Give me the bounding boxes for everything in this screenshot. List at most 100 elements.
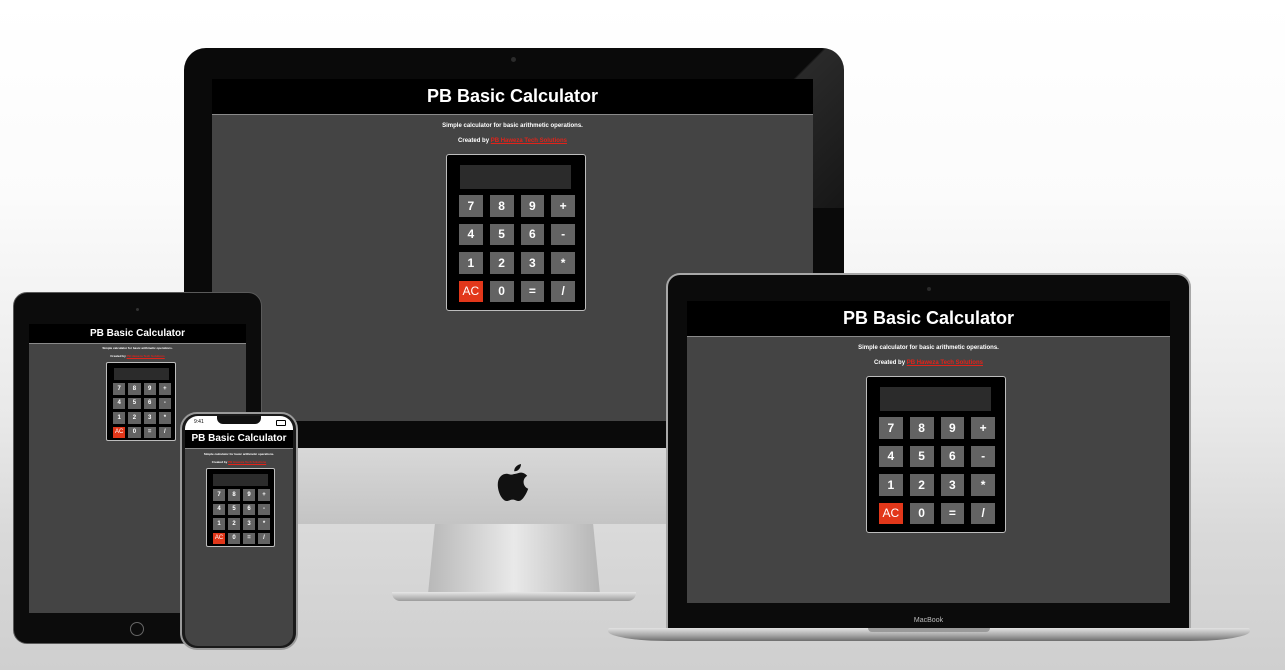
key-3-button[interactable]: 3 [143, 412, 156, 424]
key-8-button[interactable]: 8 [228, 489, 240, 501]
credit-link[interactable]: PB Haweza Tech Solutions [491, 138, 567, 144]
key-7-button[interactable]: 7 [113, 383, 126, 395]
key-clear-button[interactable]: AC [459, 280, 483, 302]
macbook-screen: PB Basic Calculator Simple calculator fo… [687, 301, 1170, 603]
key-8-button[interactable]: 8 [909, 417, 934, 439]
calculator-panel: 7 8 9 +4 5 6- 1 2 3 * AC 0 = / [446, 154, 586, 311]
credit-prefix: Created by [874, 360, 906, 366]
key-equals-button[interactable]: = [940, 502, 965, 524]
key-minus-button[interactable]: - [551, 223, 575, 245]
key-0-button[interactable]: 0 [909, 502, 934, 524]
key-0-button[interactable]: 0 [489, 280, 514, 302]
key-plus-button[interactable]: + [258, 489, 270, 501]
macbook-camera [927, 287, 931, 291]
key-7-button[interactable]: 7 [459, 195, 483, 217]
subtitle-text: Simple calculator for basic arithmetic o… [203, 452, 275, 456]
key-6-button[interactable]: 6 [243, 503, 255, 515]
key-divide-button[interactable]: / [551, 280, 575, 302]
macbook-label: MacBook [913, 617, 944, 624]
key-minus-button[interactable]: - [258, 503, 270, 515]
key-9-button[interactable]: 9 [520, 195, 545, 217]
iphone-screen: 9:41 PB Basic Calculator Simple calculat… [185, 416, 293, 646]
key-4-button[interactable]: 4 [879, 445, 903, 467]
key-equals-button[interactable]: = [520, 280, 545, 302]
key-9-button[interactable]: 9 [243, 489, 255, 501]
credit-line: Created by PB Haweza Tech Solutions [29, 354, 246, 358]
key-plus-button[interactable]: + [158, 383, 171, 395]
ipad-home-button [130, 622, 144, 636]
key-1-button[interactable]: 1 [213, 518, 225, 530]
key-1-button[interactable]: 1 [459, 252, 483, 274]
battery-icon [276, 420, 286, 426]
key-plus-button[interactable]: + [551, 195, 575, 217]
key-6-button[interactable]: 6 [143, 397, 156, 409]
calculator-display [880, 387, 991, 411]
credit-prefix: Created by [211, 460, 228, 464]
key-multiply-button[interactable]: * [158, 412, 171, 424]
credit-link[interactable]: PB Haweza Tech Solutions [228, 460, 266, 464]
key-5-button[interactable]: 5 [128, 397, 141, 409]
credit-line: Created by PB Haweza Tech Solutions [185, 460, 293, 464]
key-7-button[interactable]: 7 [879, 417, 903, 439]
key-4-button[interactable]: 4 [459, 223, 483, 245]
key-clear-button[interactable]: AC [879, 502, 903, 524]
key-3-button[interactable]: 3 [243, 518, 255, 530]
iphone-status-bar: 9:41 [185, 416, 293, 430]
key-divide-button[interactable]: / [971, 502, 995, 524]
keypad: 7 8 9 +4 5 6- 1 2 3 * AC 0 = / [879, 417, 995, 524]
key-clear-button[interactable]: AC [213, 532, 225, 544]
macbook-base [608, 628, 1250, 641]
keypad: 7 8 9 +4 5 6- 1 2 3 * AC 0 = / [213, 489, 270, 544]
key-4-button[interactable]: 4 [213, 503, 225, 515]
page-title: PB Basic Calculator [687, 301, 1170, 337]
key-7-button[interactable]: 7 [213, 489, 225, 501]
subtitle-text: Simple calculator for basic arithmetic o… [442, 123, 583, 129]
key-9-button[interactable]: 9 [143, 383, 156, 395]
status-time: 9:41 [194, 419, 204, 425]
subtitle-text: Simple calculator for basic arithmetic o… [858, 345, 999, 351]
calculator-panel: 7 8 9 +4 5 6- 1 2 3 * AC 0 = / [206, 468, 275, 547]
credit-link[interactable]: PB Haweza Tech Solutions [907, 360, 983, 366]
key-2-button[interactable]: 2 [489, 252, 514, 274]
key-plus-button[interactable]: + [971, 417, 995, 439]
key-3-button[interactable]: 3 [940, 474, 965, 496]
key-2-button[interactable]: 2 [909, 474, 934, 496]
key-5-button[interactable]: 5 [909, 445, 934, 467]
key-multiply-button[interactable]: * [971, 474, 995, 496]
key-1-button[interactable]: 1 [879, 474, 903, 496]
page-title: PB Basic Calculator [29, 324, 246, 344]
apple-logo-icon [497, 464, 531, 504]
key-2-button[interactable]: 2 [228, 518, 240, 530]
key-4-button[interactable]: 4 [113, 397, 126, 409]
keypad: 7 8 9 +4 5 6- 1 2 3 * AC 0 = / [113, 383, 171, 438]
iphone-notch [217, 416, 261, 424]
key-5-button[interactable]: 5 [489, 223, 514, 245]
key-equals-button[interactable]: = [243, 532, 255, 544]
key-divide-button[interactable]: / [258, 532, 270, 544]
key-divide-button[interactable]: / [158, 426, 171, 438]
key-2-button[interactable]: 2 [128, 412, 141, 424]
key-5-button[interactable]: 5 [228, 503, 240, 515]
key-0-button[interactable]: 0 [228, 532, 240, 544]
subtitle-text: Simple calculator for basic arithmetic o… [102, 346, 173, 350]
key-minus-button[interactable]: - [971, 445, 995, 467]
key-9-button[interactable]: 9 [940, 417, 965, 439]
key-6-button[interactable]: 6 [520, 223, 545, 245]
key-1-button[interactable]: 1 [113, 412, 126, 424]
calculator-panel: 7 8 9 +4 5 6- 1 2 3 * AC 0 = / [866, 376, 1006, 533]
credit-line: Created by PB Haweza Tech Solutions [212, 138, 813, 144]
key-equals-button[interactable]: = [143, 426, 156, 438]
key-3-button[interactable]: 3 [520, 252, 545, 274]
key-6-button[interactable]: 6 [940, 445, 965, 467]
key-minus-button[interactable]: - [158, 397, 171, 409]
key-multiply-button[interactable]: * [258, 518, 270, 530]
credit-prefix: Created by [458, 138, 490, 144]
key-8-button[interactable]: 8 [489, 195, 514, 217]
credit-prefix: Created by [110, 354, 126, 358]
credit-link[interactable]: PB Haweza Tech Solutions [127, 354, 165, 358]
key-multiply-button[interactable]: * [551, 252, 575, 274]
key-8-button[interactable]: 8 [128, 383, 141, 395]
calculator-display [114, 368, 169, 380]
key-0-button[interactable]: 0 [128, 426, 141, 438]
key-clear-button[interactable]: AC [113, 426, 126, 438]
